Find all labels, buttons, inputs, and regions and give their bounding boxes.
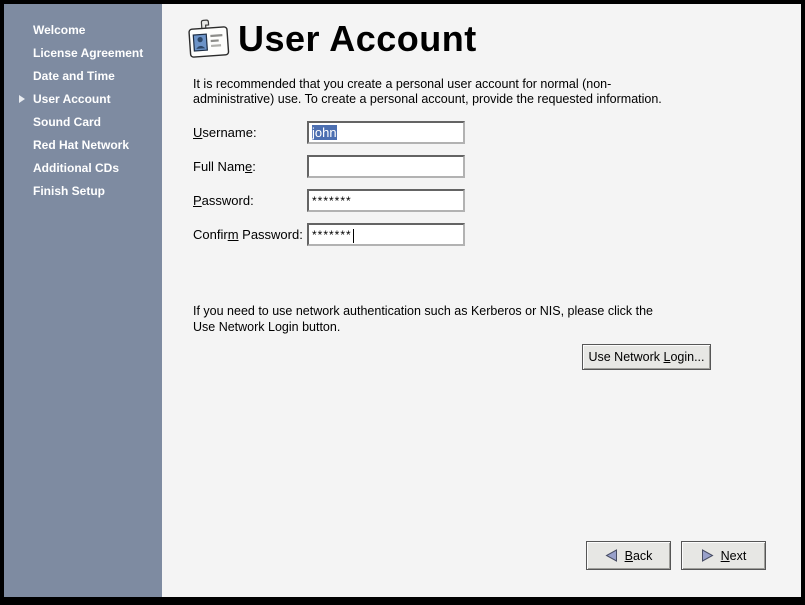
main-content: User Account It is recommended that you … [162,4,801,597]
next-button[interactable]: Next [681,541,766,570]
username-input[interactable]: john [307,121,465,144]
active-step-arrow-icon [19,95,25,103]
sidebar-item-finish-setup: Finish Setup [4,180,162,203]
sidebar-item-sound-card: Sound Card [4,111,162,134]
wizard-steps-sidebar: Welcome License Agreement Date and Time … [4,4,162,597]
password-input[interactable]: ******* [307,189,465,212]
username-label: Username: [193,121,257,145]
full-name-label: Full Name: [193,155,256,179]
back-arrow-icon [605,549,618,562]
confirm-password-label: Confirm Password: [193,223,303,247]
password-label: Password: [193,189,254,213]
firstboot-window: Welcome License Agreement Date and Time … [4,4,801,597]
sidebar-item-welcome: Welcome [4,19,162,42]
selected-text: john [312,125,337,140]
full-name-input[interactable] [307,155,465,178]
next-arrow-icon [701,549,714,562]
intro-text: It is recommended that you create a pers… [193,77,662,107]
sidebar-item-date-and-time: Date and Time [4,65,162,88]
use-network-login-button[interactable]: Use Network Login... [582,344,711,370]
back-button[interactable]: Back [586,541,671,570]
network-auth-text: If you need to use network authenticatio… [193,303,653,335]
sidebar-item-license-agreement: License Agreement [4,42,162,65]
confirm-password-input[interactable]: ******* [307,223,465,246]
id-badge-icon [186,17,232,63]
sidebar-item-additional-cds: Additional CDs [4,157,162,180]
sidebar-item-red-hat-network: Red Hat Network [4,134,162,157]
sidebar-item-user-account: User Account [4,88,162,111]
page-title: User Account [238,18,477,60]
text-caret [353,229,354,243]
